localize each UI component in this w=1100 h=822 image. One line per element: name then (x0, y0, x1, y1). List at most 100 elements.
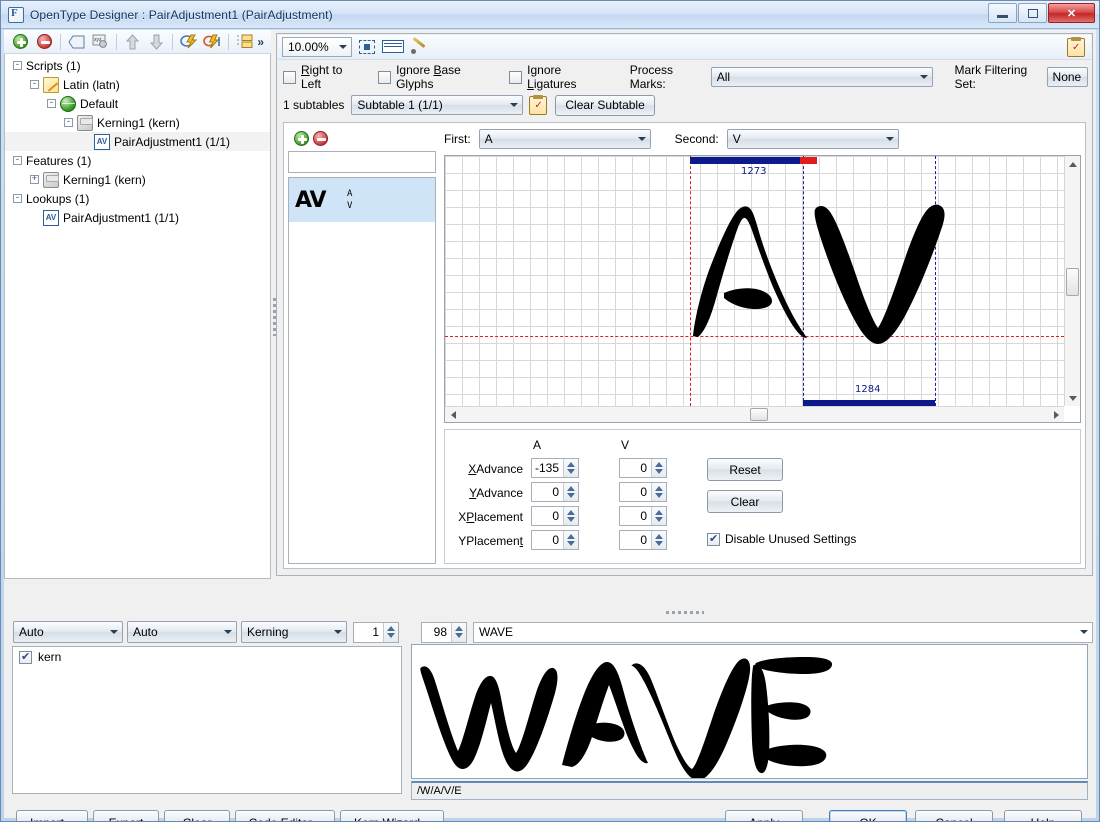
process-marks-combo[interactable]: All (710, 67, 933, 87)
xplacement-first-input[interactable]: 0 (531, 506, 579, 526)
clear-button[interactable]: Clear (164, 810, 230, 821)
chevron-down-icon[interactable] (882, 130, 898, 148)
import-button[interactable]: Import... (16, 810, 88, 821)
zoom-combo[interactable]: 10.00% (282, 37, 352, 57)
show-grid-icon[interactable] (382, 37, 404, 57)
toolbar-overflow-button[interactable]: » (257, 35, 264, 49)
kern-wizard-button[interactable]: Kern Wizard... (340, 810, 444, 821)
apply-button[interactable]: Apply (725, 810, 803, 821)
move-down-icon[interactable] (145, 31, 166, 52)
pair-search-input[interactable] (288, 151, 436, 173)
collapse-toggle-icon[interactable]: - (47, 99, 56, 108)
minimize-button[interactable] (988, 3, 1017, 23)
chevron-down-icon[interactable] (330, 622, 346, 642)
fit-to-window-icon[interactable] (356, 37, 378, 57)
text-preview[interactable] (411, 644, 1088, 779)
chevron-down-icon[interactable] (335, 38, 351, 56)
rename-tag-icon[interactable] (66, 31, 87, 52)
clear-values-button[interactable]: Clear (707, 490, 783, 513)
vertical-scroll-thumb[interactable] (1066, 268, 1079, 296)
clear-subtable-button[interactable]: Clear Subtable (555, 94, 655, 116)
collapse-toggle-icon[interactable]: - (13, 156, 22, 165)
lookup-tree[interactable]: - Scripts (1) - Latin (latn) - Default - Kernin… (4, 54, 271, 579)
tree-node[interactable]: - Scripts (1) (5, 56, 270, 75)
xadvance-second-input[interactable]: 0 (619, 458, 667, 478)
xadvance-first-input[interactable]: -135 (531, 458, 579, 478)
glyph-properties-icon[interactable]: xyz (89, 31, 110, 52)
subtable-clipboard-icon[interactable] (529, 94, 548, 115)
chevron-down-icon[interactable] (220, 622, 236, 642)
spinner-arrows[interactable] (651, 531, 666, 549)
feature-list[interactable]: kern (12, 646, 402, 794)
sample-text-combo[interactable]: WAVE (473, 621, 1093, 643)
right-to-left-option[interactable]: Right to Left (283, 63, 356, 91)
maximize-button[interactable] (1018, 3, 1047, 23)
tree-node[interactable]: - Latin (latn) (5, 75, 270, 94)
spinner-arrows[interactable] (563, 483, 578, 501)
add-icon[interactable] (10, 31, 31, 52)
clipboard-check-icon[interactable] (1067, 37, 1085, 57)
size-stepper[interactable]: 98 (421, 621, 467, 643)
glyph-canvas[interactable]: 1273 1284 (444, 155, 1081, 423)
pair-list[interactable]: AV A V (288, 177, 436, 564)
cancel-button[interactable]: Cancel (915, 810, 993, 821)
collapse-toggle-icon[interactable]: - (64, 118, 73, 127)
move-up-icon[interactable] (122, 31, 143, 52)
ok-button[interactable]: OK (829, 810, 907, 821)
yplacement-first-input[interactable]: 0 (531, 530, 579, 550)
chevron-down-icon[interactable] (634, 130, 650, 148)
expand-toggle-icon[interactable]: + (30, 175, 39, 184)
yplacement-second-input[interactable]: 0 (619, 530, 667, 550)
chevron-down-icon[interactable] (1076, 623, 1092, 642)
spinner-arrows[interactable] (651, 507, 666, 525)
tree-node[interactable]: AV PairAdjustment1 (1/1) (5, 208, 270, 227)
tree-node[interactable]: - Features (1) (5, 151, 270, 170)
spinner-arrows[interactable] (563, 459, 578, 477)
tree-node[interactable]: - Kerning1 (kern) (5, 113, 270, 132)
code-editor-button[interactable]: Code Editor... (235, 810, 335, 821)
second-glyph-combo[interactable]: V (726, 129, 899, 149)
export-button[interactable]: Export (93, 810, 159, 821)
xplacement-second-input[interactable]: 0 (619, 506, 667, 526)
kerning-grid[interactable]: 1273 1284 (445, 156, 1064, 406)
tree-node[interactable]: - Default (5, 94, 270, 113)
chevron-down-icon[interactable] (106, 622, 122, 642)
spinner-arrows[interactable] (563, 507, 578, 525)
spinner-arrows[interactable] (383, 622, 398, 642)
disable-unused-settings-checkbox[interactable] (707, 532, 720, 546)
collapse-toggle-icon[interactable]: - (13, 194, 22, 203)
yadvance-second-input[interactable]: 0 (619, 482, 667, 502)
add-pair-icon[interactable] (294, 130, 309, 146)
chevron-down-icon[interactable] (506, 96, 522, 114)
spinner-arrows[interactable] (651, 459, 666, 477)
kern-feature-checkbox[interactable] (19, 650, 32, 664)
canvas-horizontal-scrollbar[interactable] (445, 406, 1064, 422)
spinner-arrows[interactable] (651, 483, 666, 501)
spinner-arrows[interactable] (563, 531, 578, 549)
tree-node[interactable]: - Lookups (1) (5, 189, 270, 208)
collapse-toggle-icon[interactable]: - (13, 61, 22, 70)
scroll-left-icon[interactable] (445, 407, 461, 423)
ignore-base-glyphs-checkbox[interactable] (378, 70, 392, 84)
tree-node[interactable]: AV PairAdjustment1 (1/1) (5, 132, 270, 151)
script-combo[interactable]: Auto (13, 621, 123, 643)
horizontal-splitter[interactable] (276, 608, 1093, 618)
spinner-arrows[interactable] (451, 622, 466, 642)
close-button[interactable]: ✕ (1048, 3, 1095, 23)
list-view-icon[interactable] (234, 31, 255, 52)
first-glyph-combo[interactable]: A (478, 129, 651, 149)
remove-icon[interactable] (33, 31, 54, 52)
feature-combo[interactable]: Kerning (241, 621, 347, 643)
reset-button[interactable]: Reset (707, 458, 783, 481)
yadvance-first-input[interactable]: 0 (531, 482, 579, 502)
compile-all-icon[interactable] (201, 31, 222, 52)
measure-pen-icon[interactable] (408, 37, 430, 57)
collapse-toggle-icon[interactable]: - (30, 80, 39, 89)
list-item[interactable]: AV A V (289, 178, 435, 222)
instance-stepper[interactable]: 1 (353, 621, 399, 643)
compile-icon[interactable] (178, 31, 199, 52)
help-button[interactable]: Help (1004, 810, 1082, 821)
subtable-combo[interactable]: Subtable 1 (1/1) (351, 95, 524, 115)
disable-unused-settings-option[interactable]: Disable Unused Settings (707, 532, 856, 546)
right-to-left-checkbox[interactable] (283, 70, 296, 84)
